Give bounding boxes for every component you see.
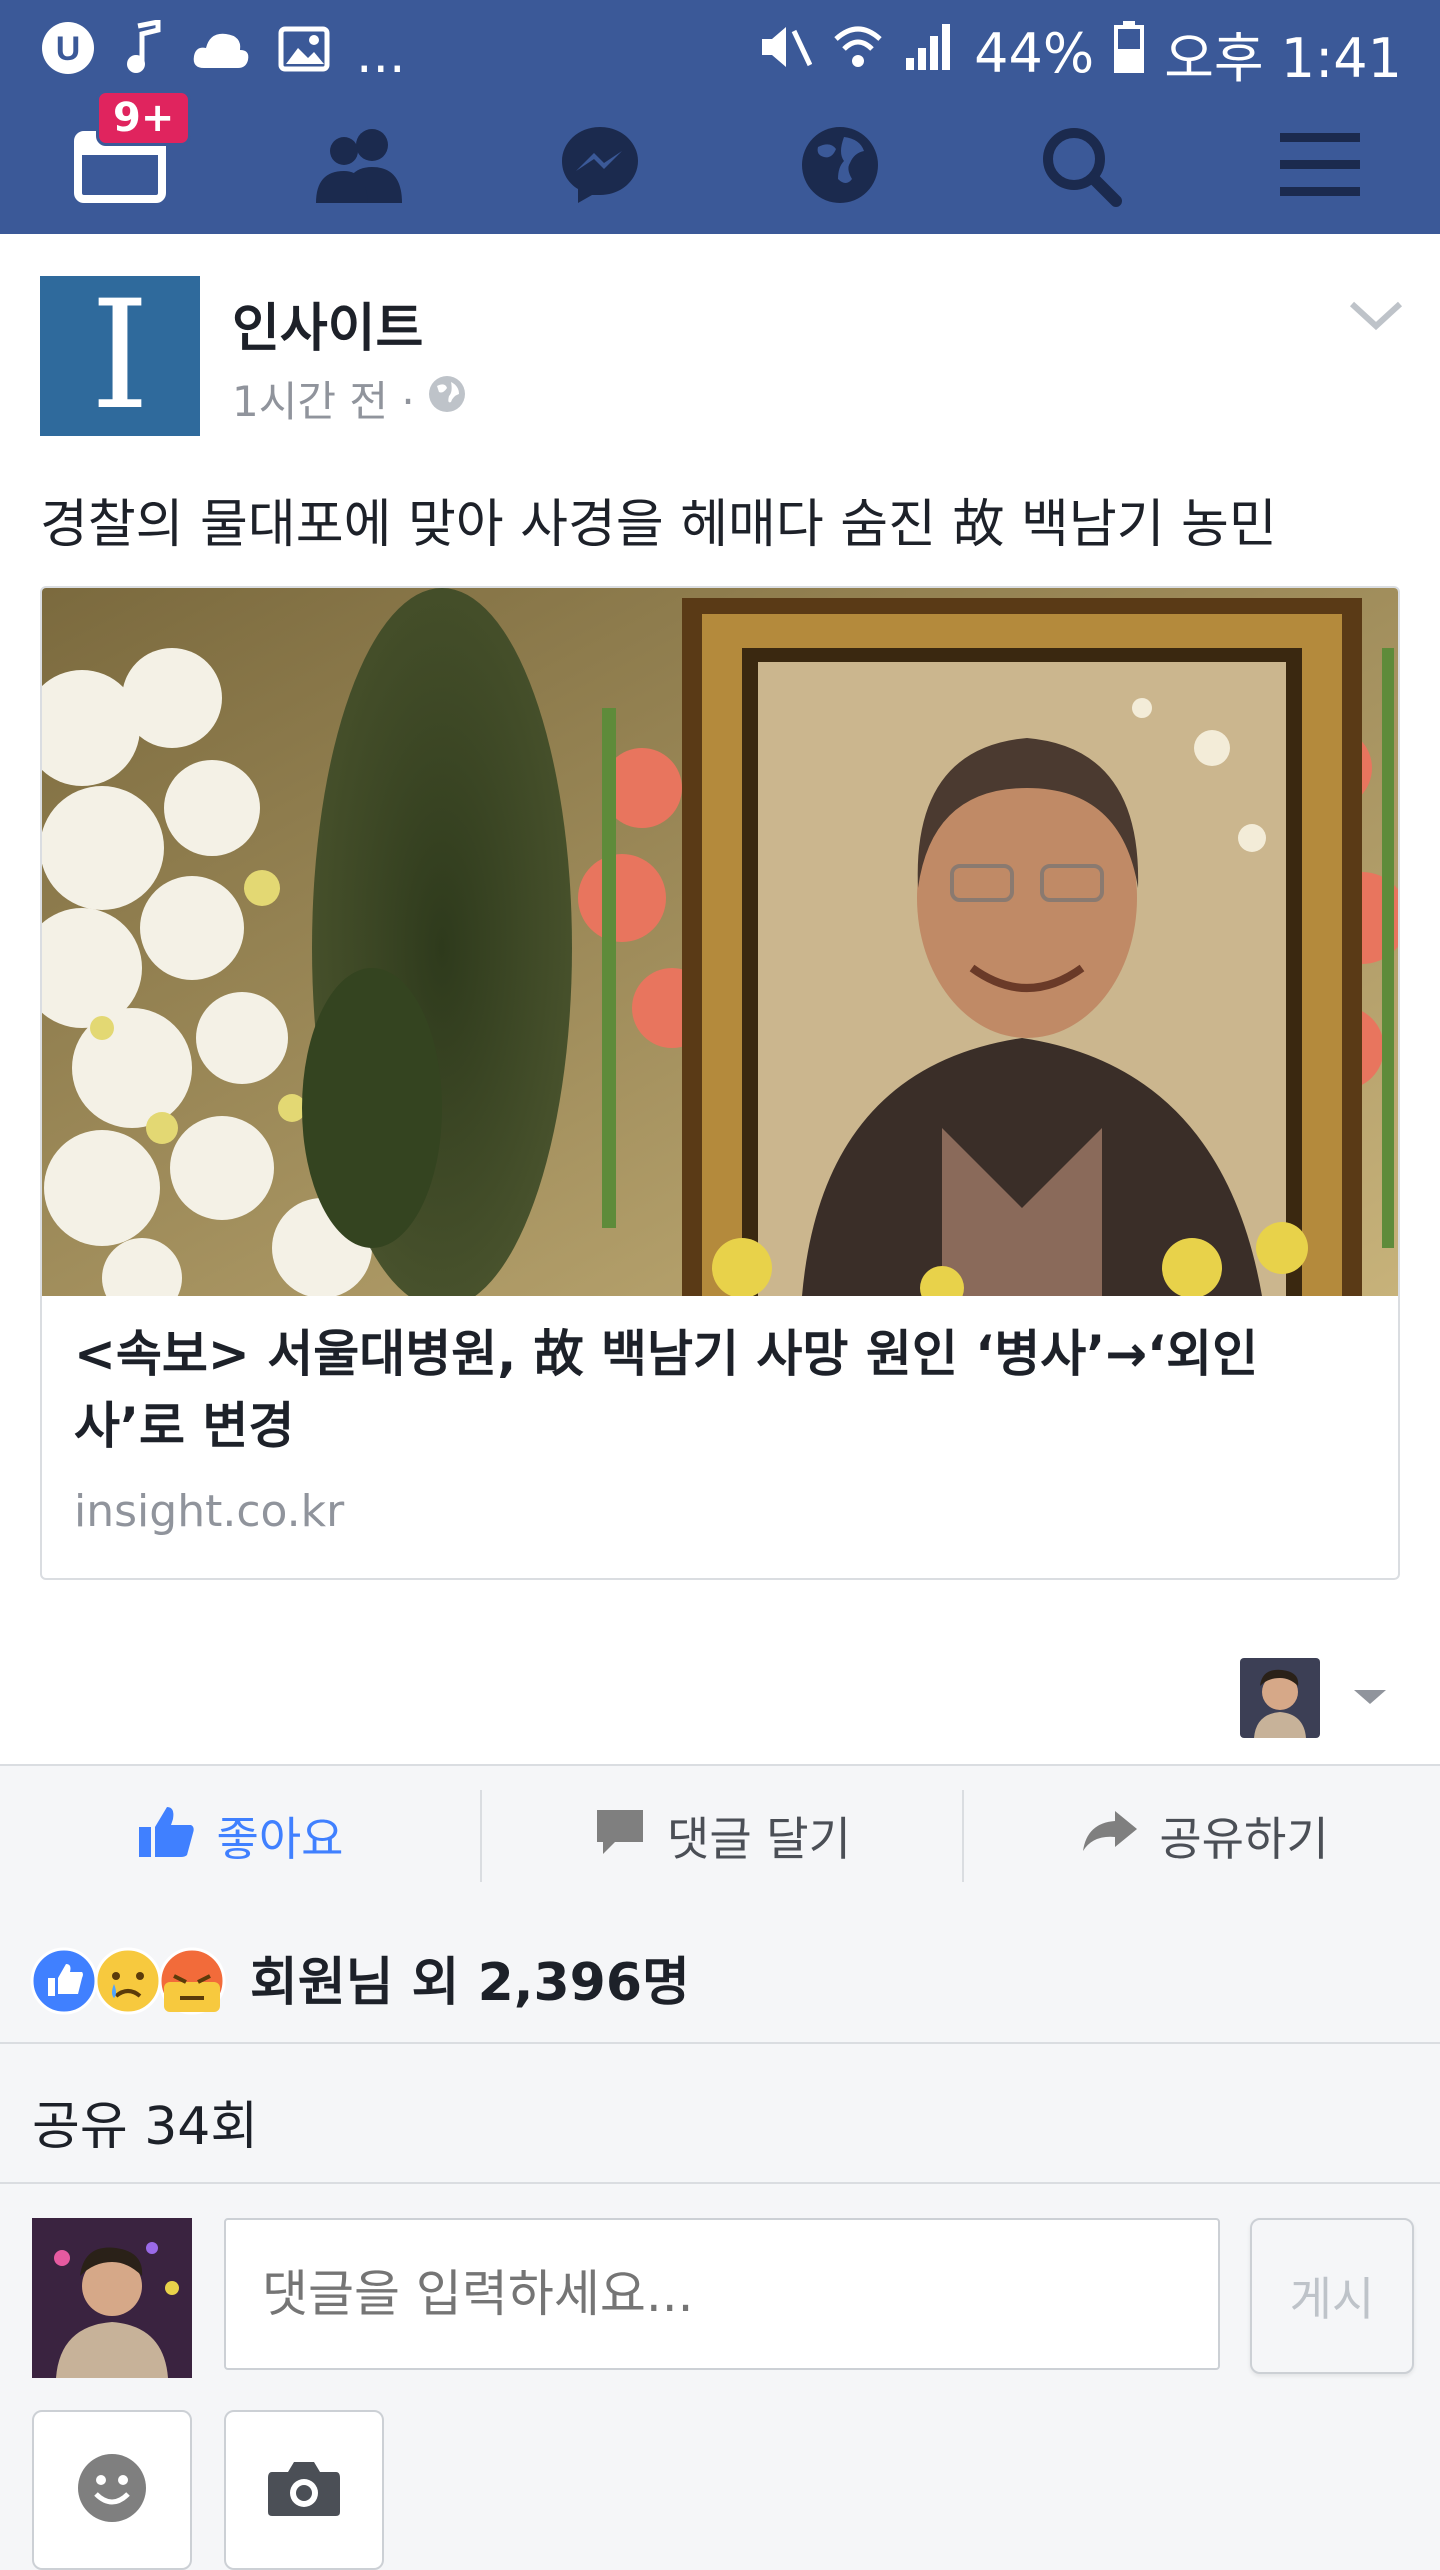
- like-button[interactable]: 좋아요: [0, 1766, 480, 1906]
- wifi-icon: [832, 21, 884, 86]
- my-avatar: [32, 2218, 192, 2378]
- battery-percent: 44%: [974, 22, 1095, 85]
- clock: 오후 1:41: [1164, 27, 1402, 90]
- post-as-caret[interactable]: [1350, 1686, 1390, 1712]
- comment-input[interactable]: [224, 2218, 1220, 2370]
- reaction-count: 회원님 외 2,396명: [250, 1953, 690, 2013]
- post-timestamp[interactable]: 1시간 전 ·: [232, 368, 415, 429]
- u-plus-icon: U: [38, 18, 98, 91]
- status-bar: U ... 44% 오후 1:41: [0, 0, 1440, 100]
- post-comment-button[interactable]: 게시: [1250, 2218, 1414, 2374]
- chevron-down-icon: [1348, 301, 1404, 336]
- link-title: <속보> 서울대병원, 故 백남기 사망 원인 ‘병사’→‘외인사’로 변경: [74, 1325, 1259, 1455]
- share-label: 공유하기: [1159, 1812, 1329, 1866]
- status-overflow: ...: [356, 24, 406, 85]
- tab-bar: 9+: [0, 90, 1440, 234]
- reactions-summary[interactable]: 회원님 외 2,396명: [0, 1906, 1440, 2044]
- share-count-row[interactable]: 공유 34회: [0, 2044, 1440, 2184]
- post-options-chevron[interactable]: [1348, 298, 1404, 336]
- tab-friends[interactable]: [240, 100, 480, 234]
- top-bar: U ... 44% 오후 1:41 9+: [0, 0, 1440, 234]
- tab-menu[interactable]: [1200, 100, 1440, 234]
- menu-icon: [1278, 131, 1362, 203]
- tab-messenger[interactable]: [480, 100, 720, 234]
- comment-composer: 게시: [0, 2184, 1440, 2570]
- public-globe-icon: [427, 374, 467, 424]
- sticker-button[interactable]: [32, 2410, 192, 2570]
- globe-icon: [798, 123, 882, 211]
- tab-notifications-globe[interactable]: [720, 100, 960, 234]
- like-reaction-icon: [30, 1947, 98, 2015]
- page-name[interactable]: 인사이트: [232, 286, 423, 361]
- caret-down-icon: [1350, 1690, 1390, 1712]
- notification-badge: 9+: [96, 90, 192, 146]
- camera-icon: [266, 2458, 342, 2522]
- link-preview-image: [42, 588, 1398, 1296]
- share-count: 공유 34회: [32, 2097, 259, 2157]
- post-action-bar: 좋아요 댓글 달기 공유하기: [0, 1764, 1440, 1908]
- photo-button[interactable]: [224, 2410, 384, 2570]
- search-icon: [1038, 123, 1122, 211]
- share-button[interactable]: 공유하기: [964, 1766, 1440, 1906]
- link-domain: insight.co.kr: [74, 1486, 345, 1537]
- tab-search[interactable]: [960, 100, 1200, 234]
- like-label: 좋아요: [216, 1812, 344, 1866]
- comment-label: 댓글 달기: [667, 1812, 851, 1866]
- angry-reaction-icon: [158, 1947, 226, 2015]
- comment-bubble-icon: [593, 1804, 647, 1869]
- friends-icon: [310, 127, 410, 207]
- tab-news-feed[interactable]: 9+: [0, 90, 240, 234]
- reaction-icons: [30, 1946, 230, 2016]
- music-note-icon: [124, 18, 164, 89]
- svg-text:U: U: [56, 30, 81, 68]
- feed-post: I 인사이트 1시간 전 · 경찰의 물대포에 맞아 사경을 헤매다 숨진 故 …: [0, 234, 1440, 1764]
- cloud-icon: [190, 25, 252, 85]
- post-as-avatar[interactable]: [1240, 1658, 1320, 1738]
- post-meta: 1시간 전 ·: [232, 368, 467, 429]
- image-icon: [278, 25, 330, 85]
- sad-reaction-icon: [94, 1947, 162, 2015]
- page-avatar[interactable]: I: [40, 269, 200, 443]
- mute-icon: [756, 21, 813, 86]
- comment-button[interactable]: 댓글 달기: [482, 1766, 962, 1906]
- post-caption: 경찰의 물대포에 맞아 사경을 헤매다 숨진 故 백남기 농민: [40, 495, 1277, 555]
- signal-icon: [904, 22, 954, 85]
- link-preview-card[interactable]: <속보> 서울대병원, 故 백남기 사망 원인 ‘병사’→‘외인사’로 변경 i…: [40, 586, 1400, 1580]
- battery-icon: [1114, 21, 1145, 86]
- share-arrow-icon: [1079, 1807, 1139, 1866]
- thumbs-up-icon: [137, 1803, 197, 1870]
- smiley-icon: [72, 2448, 152, 2532]
- messenger-icon: [558, 123, 642, 211]
- page-logo-letter: I: [90, 269, 150, 443]
